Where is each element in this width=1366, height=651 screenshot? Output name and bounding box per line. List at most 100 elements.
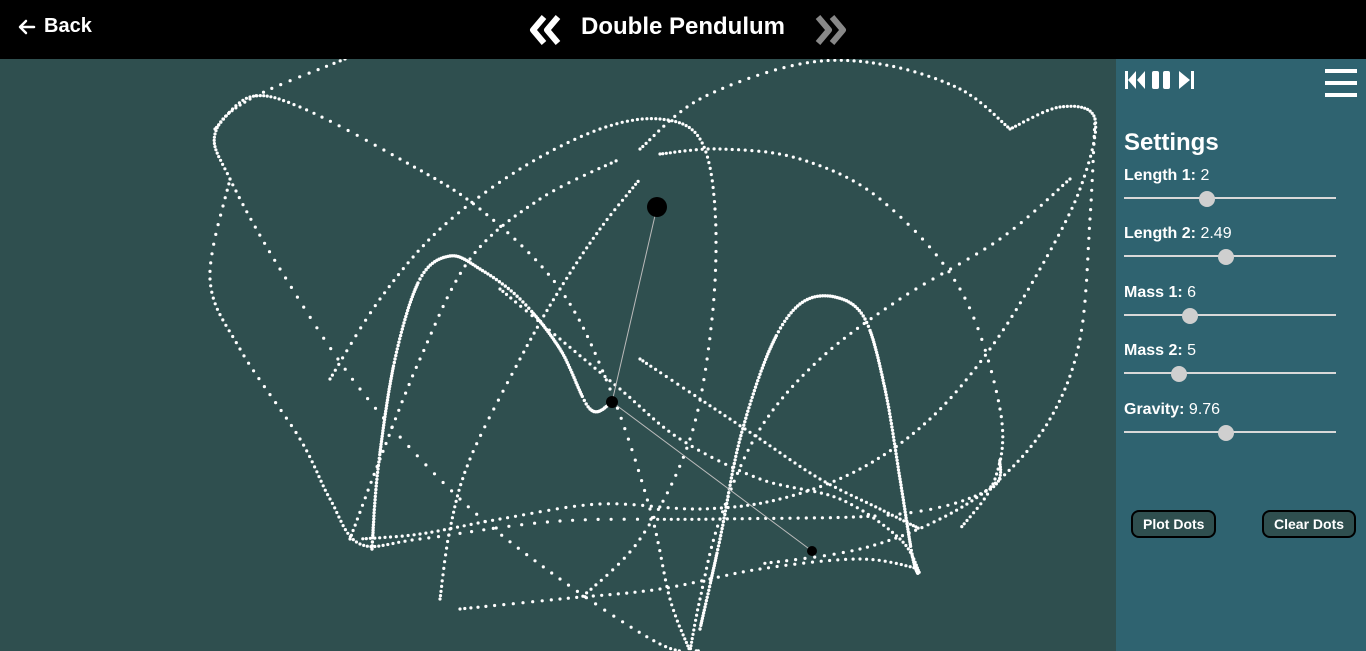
length-1-slider[interactable]	[1124, 191, 1336, 207]
trail-dot	[500, 282, 504, 286]
trail-dot	[585, 334, 590, 339]
trail-dot	[438, 597, 442, 601]
trail-dot	[1025, 449, 1029, 454]
slider-thumb[interactable]	[1198, 191, 1215, 207]
trail-dot	[1022, 294, 1026, 298]
slider-thumb[interactable]	[1171, 366, 1188, 382]
trail-dot	[420, 273, 424, 278]
slider-thumb[interactable]	[1217, 249, 1234, 265]
trail-dot	[878, 507, 882, 511]
trail-dot	[682, 507, 687, 511]
trail-dot	[397, 408, 401, 412]
trail-dot	[904, 513, 908, 517]
trail-dot	[906, 436, 910, 440]
trail-dot	[411, 255, 415, 259]
gravity-slider[interactable]	[1124, 425, 1336, 441]
trail-dot	[258, 233, 262, 237]
simulation-canvas[interactable]	[0, 59, 1116, 651]
trail-dot	[683, 637, 687, 641]
trail-dot	[394, 353, 398, 358]
trail-dot	[871, 192, 875, 196]
trail-dot	[852, 59, 856, 63]
mass-1-slider[interactable]	[1124, 308, 1336, 324]
bob-1[interactable]	[606, 396, 618, 408]
trail-dot	[636, 468, 641, 473]
trail-dot	[310, 460, 314, 464]
trail-dot	[861, 314, 865, 318]
trail-dot	[902, 501, 906, 505]
trail-dot	[525, 163, 529, 167]
trail-dot	[644, 141, 648, 145]
trail-dot	[694, 148, 698, 152]
trail-dot	[994, 389, 999, 394]
trail-dot	[983, 353, 988, 357]
trail-dot	[241, 203, 245, 207]
trail-dot	[609, 213, 613, 217]
rod-1	[611, 206, 658, 403]
playback-controls	[1124, 69, 1198, 91]
trail-dot	[885, 63, 889, 67]
trail-dot	[273, 96, 277, 100]
trail-dot	[621, 620, 625, 624]
trail-dot	[321, 484, 325, 488]
hamburger-menu-icon[interactable]	[1324, 67, 1358, 99]
slider-thumb[interactable]	[1181, 308, 1198, 324]
trail-dot	[518, 167, 522, 171]
trail-dot	[393, 417, 398, 421]
trail-dot	[626, 437, 631, 441]
trail-dot	[845, 175, 849, 179]
skip-back-icon[interactable]	[1124, 69, 1146, 91]
trail-dot	[944, 514, 948, 518]
trail-dot	[958, 287, 962, 291]
pause-icon[interactable]	[1150, 69, 1172, 91]
trail-dot	[717, 459, 721, 463]
double-chevron-right-icon[interactable]	[814, 13, 848, 47]
trail-dot	[395, 347, 399, 351]
trail-dot	[1068, 374, 1072, 378]
trail-dot	[403, 317, 407, 322]
trail-dot	[714, 223, 718, 227]
setting-value: 6	[1187, 284, 1197, 301]
clear-dots-button[interactable]: Clear Dots	[1262, 510, 1357, 538]
trail-dot	[447, 533, 451, 537]
trail-dot	[903, 510, 907, 514]
trail-dot	[1080, 181, 1084, 185]
trail-dot	[799, 487, 803, 491]
trail-dot	[696, 133, 700, 138]
trail-dot	[227, 182, 231, 186]
trail-dot	[609, 161, 613, 165]
trail-dot	[372, 504, 377, 508]
slider-thumb[interactable]	[1217, 425, 1234, 441]
trail-dot	[716, 524, 720, 528]
trail-dot	[652, 417, 656, 421]
trail-dot	[992, 341, 997, 345]
trail-dot	[798, 62, 802, 66]
trail-dot	[398, 337, 402, 341]
trail-dot	[1065, 381, 1070, 385]
trail-dot	[979, 359, 983, 364]
trail-dot	[603, 164, 608, 168]
trail-dot	[750, 395, 754, 400]
plot-dots-button[interactable]: Plot Dots	[1131, 510, 1217, 538]
trail-dot	[750, 441, 754, 445]
trail-dot	[844, 515, 848, 519]
trail-dot	[729, 476, 734, 480]
trail-dot	[690, 517, 694, 521]
trail-dot	[750, 149, 754, 153]
trail-dot	[641, 589, 645, 593]
trail-dot	[697, 602, 701, 607]
trail-dot	[751, 474, 755, 478]
mass-2-slider[interactable]	[1124, 366, 1336, 382]
trail-dot	[377, 544, 381, 548]
trail-dot	[1037, 434, 1041, 438]
trail-dot	[381, 449, 385, 453]
trail-dot	[497, 180, 502, 184]
length-2-slider[interactable]	[1124, 249, 1336, 265]
trail-dot	[430, 530, 434, 534]
trail-dot	[400, 534, 404, 538]
trail-dot	[238, 347, 242, 351]
bob-2[interactable]	[807, 546, 817, 556]
trail-dot	[624, 194, 628, 198]
skip-forward-icon[interactable]	[1176, 69, 1198, 91]
trail-dot	[871, 61, 876, 65]
